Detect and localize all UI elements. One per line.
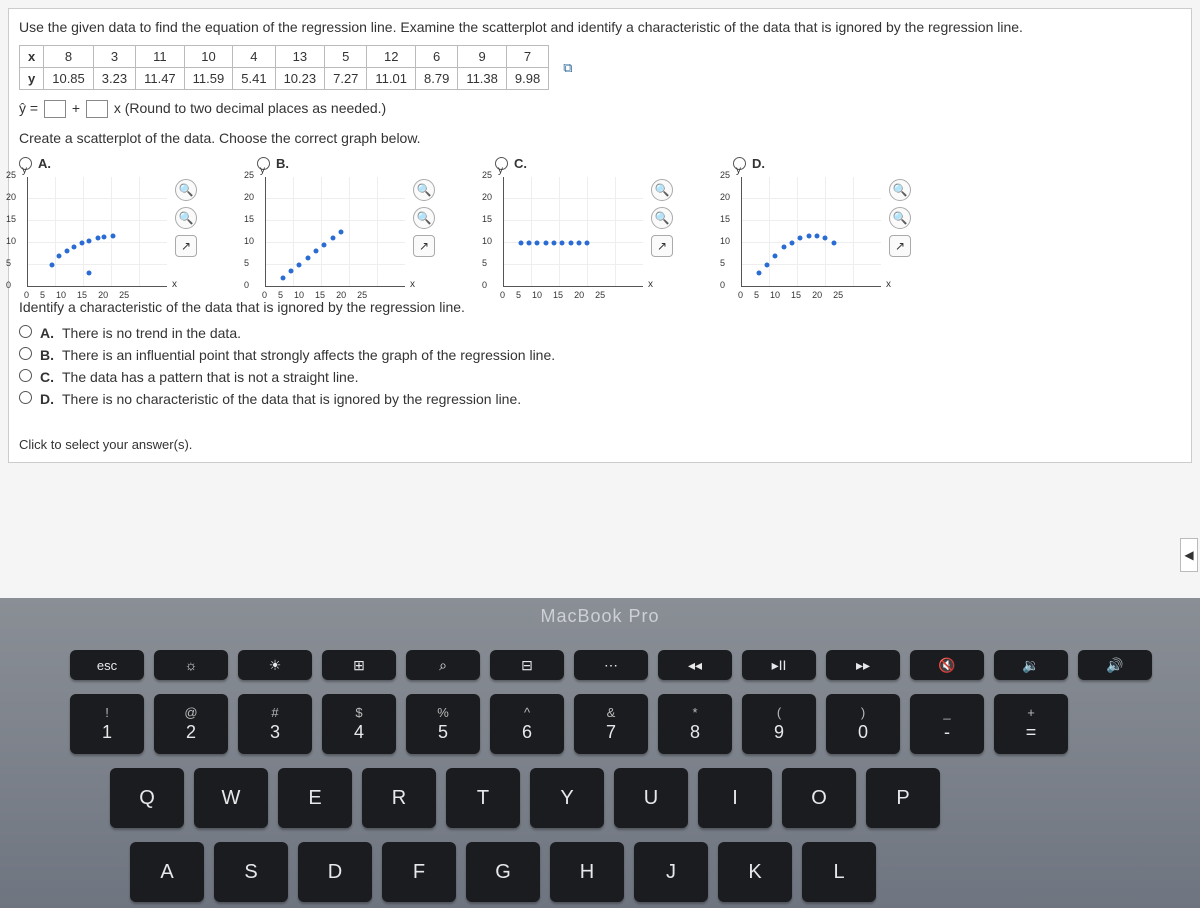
mc-radio-a[interactable] (19, 325, 32, 338)
mc-text-a: There is no trend in the data. (62, 325, 241, 341)
key-j: J (634, 842, 708, 902)
key-volup: 🔊 (1078, 650, 1152, 680)
mc-text-c: The data has a pattern that is not a str… (62, 369, 359, 385)
asdf-row: A S D F G H J K L (130, 842, 876, 902)
scatter-c: y x 2520 1510 50 05 1015 2025 (503, 177, 643, 287)
mc-text-b: There is an influential point that stron… (62, 347, 555, 363)
scatter-d: y x 2520 1510 50 05 1015 2025 (741, 177, 881, 287)
key-0: )0 (826, 694, 900, 754)
zoom-in-icon[interactable]: 🔍 (175, 179, 197, 201)
key-t: T (446, 768, 520, 828)
key-r: R (362, 768, 436, 828)
mc-radio-c[interactable] (19, 369, 32, 382)
key-p: P (866, 768, 940, 828)
key-4: $4 (322, 694, 396, 754)
key-1: !1 (70, 694, 144, 754)
key-g: G (466, 842, 540, 902)
identify-prompt: Identify a characteristic of the data th… (19, 299, 1181, 315)
number-row: !1 @2 #3 $4 %5 ^6 &7 *8 (9 )0 _- += (70, 694, 1068, 754)
y-header: y (20, 68, 44, 90)
key-f: F (382, 842, 456, 902)
yhat-label: ŷ = (19, 100, 38, 116)
zoom-out-icon[interactable]: 🔍 (175, 207, 197, 229)
key-y: Y (530, 768, 604, 828)
key-8: *8 (658, 694, 732, 754)
zoom-out-icon[interactable]: 🔍 (889, 207, 911, 229)
key-forward: ▸▸ (826, 650, 900, 680)
table-row-x: x 8 3 11 10 4 13 5 12 6 9 7 ⧉ (20, 46, 581, 68)
key-mute: 🔇 (910, 650, 984, 680)
popout-icon[interactable]: ↗ (175, 235, 197, 257)
key-brightness-down: ☼ (154, 650, 228, 680)
key-rewind: ◂◂ (658, 650, 732, 680)
zoom-in-icon[interactable]: 🔍 (889, 179, 911, 201)
key-k: K (718, 842, 792, 902)
mc-radio-b[interactable] (19, 347, 32, 360)
key-e: E (278, 768, 352, 828)
key-equals: += (994, 694, 1068, 754)
scatter-choices: A. y x 2520 1510 50 05 1015 2025 (19, 156, 1181, 287)
key-6: ^6 (490, 694, 564, 754)
key-5: %5 (406, 694, 480, 754)
function-row: esc ☼ ☀ ⊞ ⌕ ⊟ ⋯ ◂◂ ▸II ▸▸ 🔇 🔉 🔊 (70, 650, 1152, 680)
key-esc: esc (70, 650, 144, 680)
zoom-in-icon[interactable]: 🔍 (413, 179, 435, 201)
key-minus: _- (910, 694, 984, 754)
key-playpause: ▸II (742, 650, 816, 680)
key-o: O (782, 768, 856, 828)
key-2: @2 (154, 694, 228, 754)
popout-icon[interactable]: ↗ (413, 235, 435, 257)
key-brightness-up: ☀ (238, 650, 312, 680)
key-l: L (802, 842, 876, 902)
key-dnd: ⋯ (574, 650, 648, 680)
main-prompt: Use the given data to find the equation … (19, 19, 1181, 35)
mc-text-d: There is no characteristic of the data t… (62, 391, 521, 407)
choice-b: B. y x 2520 1510 50 05 1015 2025 (257, 156, 435, 287)
slope-input[interactable] (86, 100, 108, 118)
zoom-in-icon[interactable]: 🔍 (651, 179, 673, 201)
copy-table-icon[interactable]: ⧉ (563, 60, 572, 76)
key-i: I (698, 768, 772, 828)
key-3: #3 (238, 694, 312, 754)
scatter-a: y x 2520 1510 50 05 1015 2025 (27, 177, 167, 287)
intercept-input[interactable] (44, 100, 66, 118)
laptop-keyboard: MacBook Pro esc ☼ ☀ ⊞ ⌕ ⊟ ⋯ ◂◂ ▸II ▸▸ 🔇 … (0, 598, 1200, 908)
key-spotlight: ⌕ (406, 650, 480, 680)
rounding-note: (Round to two decimal places as needed.) (125, 100, 386, 116)
choice-d: D. y x 2520 1510 50 05 1015 2025 (733, 156, 911, 287)
key-u: U (614, 768, 688, 828)
data-table: x 8 3 11 10 4 13 5 12 6 9 7 ⧉ y 10.85 3.… (19, 45, 581, 90)
scatter-b: y x 2520 1510 50 05 1015 2025 (265, 177, 405, 287)
mc-radio-d[interactable] (19, 391, 32, 404)
key-w: W (194, 768, 268, 828)
key-mission-control: ⊞ (322, 650, 396, 680)
key-h: H (550, 842, 624, 902)
equation-row: ŷ = + x (Round to two decimal places as … (19, 100, 1181, 118)
x-header: x (20, 46, 44, 68)
popout-icon[interactable]: ↗ (651, 235, 673, 257)
key-a: A (130, 842, 204, 902)
qwerty-row: Q W E R T Y U I O P (110, 768, 940, 828)
key-q: Q (110, 768, 184, 828)
key-d: D (298, 842, 372, 902)
next-arrow-icon[interactable]: ◀ (1180, 538, 1198, 572)
key-7: &7 (574, 694, 648, 754)
key-s: S (214, 842, 288, 902)
scatter-prompt: Create a scatterplot of the data. Choose… (19, 130, 1181, 146)
key-9: (9 (742, 694, 816, 754)
key-dictation: ⊟ (490, 650, 564, 680)
choice-c: C. y x 2520 1510 50 05 1015 2025 (495, 156, 673, 287)
table-row-y: y 10.85 3.23 11.47 11.59 5.41 10.23 7.27… (20, 68, 581, 90)
choice-a: A. y x 2520 1510 50 05 1015 2025 (19, 156, 197, 287)
popout-icon[interactable]: ↗ (889, 235, 911, 257)
macbook-label: MacBook Pro (540, 606, 659, 627)
zoom-out-icon[interactable]: 🔍 (413, 207, 435, 229)
footer-note: Click to select your answer(s). (19, 437, 1181, 452)
zoom-out-icon[interactable]: 🔍 (651, 207, 673, 229)
mc-list: A. There is no trend in the data. B. The… (19, 325, 1181, 407)
key-voldown: 🔉 (994, 650, 1068, 680)
question-panel: Use the given data to find the equation … (8, 8, 1192, 463)
